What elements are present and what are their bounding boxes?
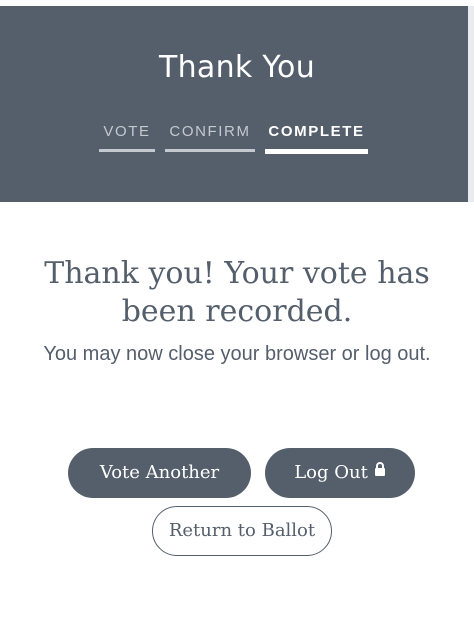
vote-another-button[interactable]: Vote Another — [68, 448, 251, 498]
page-title: Thank You — [158, 50, 316, 85]
return-to-ballot-button[interactable]: Return to Ballot — [152, 506, 332, 556]
vote-another-label: Vote Another — [99, 462, 220, 483]
step-bar — [265, 149, 368, 154]
step-confirm: CONFIRM — [165, 122, 255, 156]
step-vote: VOTE — [99, 122, 155, 156]
lock-icon — [374, 446, 386, 496]
logout-label: Log Out — [294, 462, 368, 483]
scrollbar[interactable] — [468, 6, 474, 202]
return-label: Return to Ballot — [168, 520, 316, 541]
confirmation-subtext: You may now close your browser or log ou… — [43, 343, 431, 365]
step-label: COMPLETE — [268, 123, 365, 140]
step-label: CONFIRM — [169, 123, 251, 140]
step-bar — [165, 149, 255, 152]
step-complete: COMPLETE — [265, 122, 368, 156]
progress-steps: VOTE CONFIRM COMPLETE — [0, 122, 474, 158]
header — [0, 6, 468, 202]
logout-button[interactable]: Log Out — [265, 448, 415, 498]
step-label: VOTE — [103, 123, 151, 140]
confirmation-headline: Thank you! Your vote has been recorded. — [44, 256, 430, 329]
step-bar — [99, 149, 155, 152]
page: Thank You VOTE CONFIRM COMPLETE Thank yo… — [0, 0, 474, 634]
